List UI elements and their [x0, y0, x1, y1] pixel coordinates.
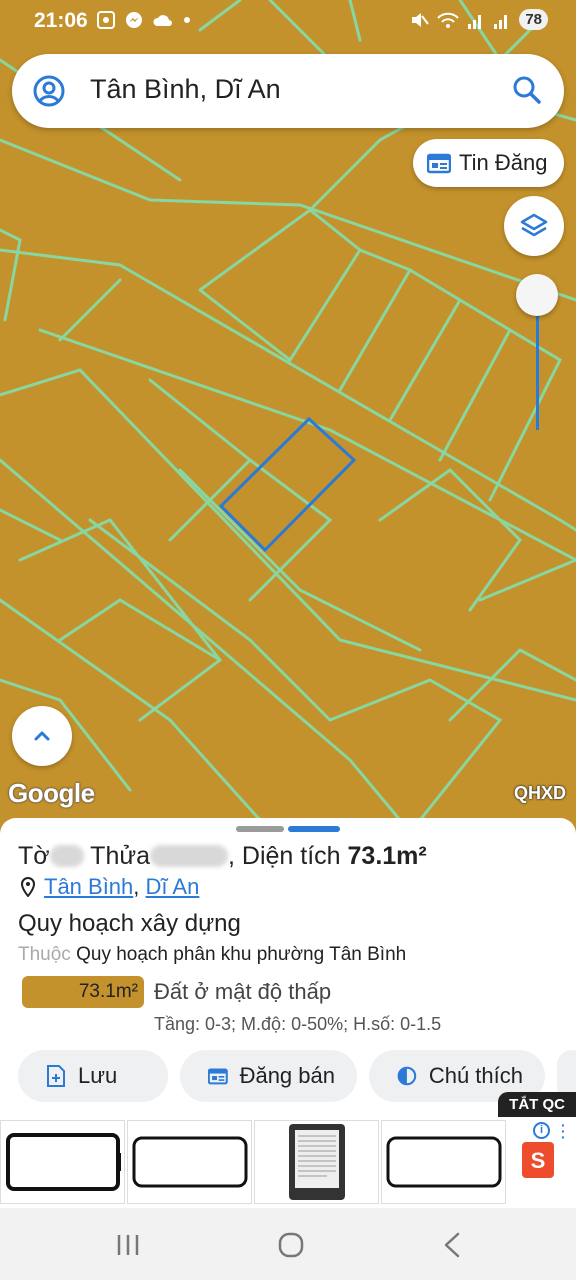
area-value: 73.1m²	[347, 842, 427, 870]
messenger-icon	[126, 12, 142, 28]
sheet-handle[interactable]	[236, 826, 340, 832]
shopee-bag-icon[interactable]: S	[522, 1142, 554, 1178]
add-file-icon	[47, 1065, 65, 1087]
sheet-number-label: Tờ	[18, 842, 50, 870]
status-time: 21:06	[34, 9, 88, 32]
post-sale-button[interactable]: Đăng bán	[180, 1050, 357, 1102]
search-bar[interactable]: Tân Bình, Dĩ An	[12, 54, 564, 128]
land-params: Tầng: 0-3; M.độ: 0-50%; H.số: 0-1.5	[154, 1014, 442, 1034]
phone-screen-protector-image	[5, 1133, 121, 1191]
action-row: Lưu Đăng bán Chú thích	[18, 1050, 576, 1102]
close-ad-button[interactable]: TẮT QC	[498, 1092, 576, 1117]
post-sale-label: Đăng bán	[239, 1063, 335, 1088]
status-icons-right: 78	[409, 9, 548, 30]
area-label: , Diện tích	[228, 842, 341, 870]
signal-icon	[494, 14, 508, 29]
land-area-chip: 73.1m²	[22, 976, 144, 1008]
status-icons-left	[96, 10, 192, 30]
location-pin-icon	[20, 877, 36, 897]
listing-calendar-icon	[427, 153, 451, 174]
parcel-title: Tờ Thửa , Diện tích 73.1m²	[18, 842, 427, 871]
ad-product-3[interactable]	[254, 1120, 379, 1204]
phone-screen-protector-image	[132, 1136, 247, 1188]
system-nav-bar	[0, 1208, 576, 1280]
home-icon[interactable]	[278, 1232, 304, 1258]
expand-up-button[interactable]	[12, 706, 72, 766]
mute-icon	[412, 12, 430, 27]
section-title: Quy hoạch xây dựng	[18, 910, 241, 937]
layers-button[interactable]	[504, 196, 564, 256]
parcel-info-sheet[interactable]: Tờ Thửa , Diện tích 73.1m² Tân Bình, Dĩ A…	[0, 818, 576, 1208]
ad-banner[interactable]: i · · · S	[0, 1118, 576, 1208]
belongs-label: Thuộc	[18, 944, 71, 965]
location-separator: ,	[133, 874, 140, 899]
signal-icon	[468, 14, 482, 29]
recents-icon[interactable]	[116, 1234, 140, 1256]
zoom-slider-thumb[interactable]	[516, 274, 558, 316]
phone-screen-protector-image	[386, 1136, 501, 1188]
chevron-up-icon	[34, 731, 50, 741]
ad-product-1[interactable]	[0, 1120, 125, 1204]
sheet-handle-right[interactable]	[288, 826, 340, 832]
save-button[interactable]: Lưu	[18, 1050, 168, 1102]
ad-info-icon[interactable]: i	[533, 1122, 550, 1139]
listing-calendar-icon	[208, 1068, 228, 1085]
legend-label: Chú thích	[428, 1063, 523, 1088]
ad-product-4[interactable]	[381, 1120, 506, 1204]
tin-dang-label: Tin Đăng	[459, 150, 548, 175]
cloud-icon	[153, 15, 172, 26]
layers-icon	[520, 213, 548, 237]
ad-product-2[interactable]	[127, 1120, 252, 1204]
belongs-row: Thuộc Quy hoạch phân khu phường Tân Bình	[18, 944, 406, 966]
location-link-city[interactable]: Dĩ An	[146, 874, 200, 899]
half-circle-icon	[397, 1066, 417, 1086]
dot-icon	[184, 17, 190, 23]
ereader-image	[288, 1124, 345, 1200]
layer-label: QHXD	[513, 783, 566, 803]
search-input[interactable]: Tân Bình, Dĩ An	[90, 74, 281, 105]
screenshot-icon	[97, 11, 115, 29]
redacted-sheet-number	[49, 845, 84, 867]
ad-menu-icon[interactable]: · · ·	[561, 1118, 566, 1144]
status-bar: 21:06 78	[0, 0, 576, 44]
user-circle-icon[interactable]	[32, 74, 66, 108]
location-link-ward[interactable]: Tân Bình	[44, 874, 133, 899]
parcel-number-label: Thửa	[90, 842, 150, 870]
sheet-handle-left[interactable]	[236, 826, 284, 832]
redacted-parcel-number	[150, 845, 228, 867]
location-row: Tân Bình, Dĩ An	[20, 874, 199, 900]
land-type: Đất ở mật độ thấp	[154, 979, 332, 1004]
battery-level: 78	[519, 9, 548, 30]
belongs-value: Quy hoạch phân khu phường Tân Bình	[76, 944, 407, 965]
google-logo: Google	[8, 778, 95, 808]
search-icon[interactable]	[512, 75, 542, 105]
save-label: Lưu	[78, 1063, 118, 1088]
back-icon[interactable]	[442, 1232, 462, 1258]
wifi-icon	[437, 12, 460, 28]
tin-dang-button[interactable]: Tin Đăng	[413, 139, 564, 187]
